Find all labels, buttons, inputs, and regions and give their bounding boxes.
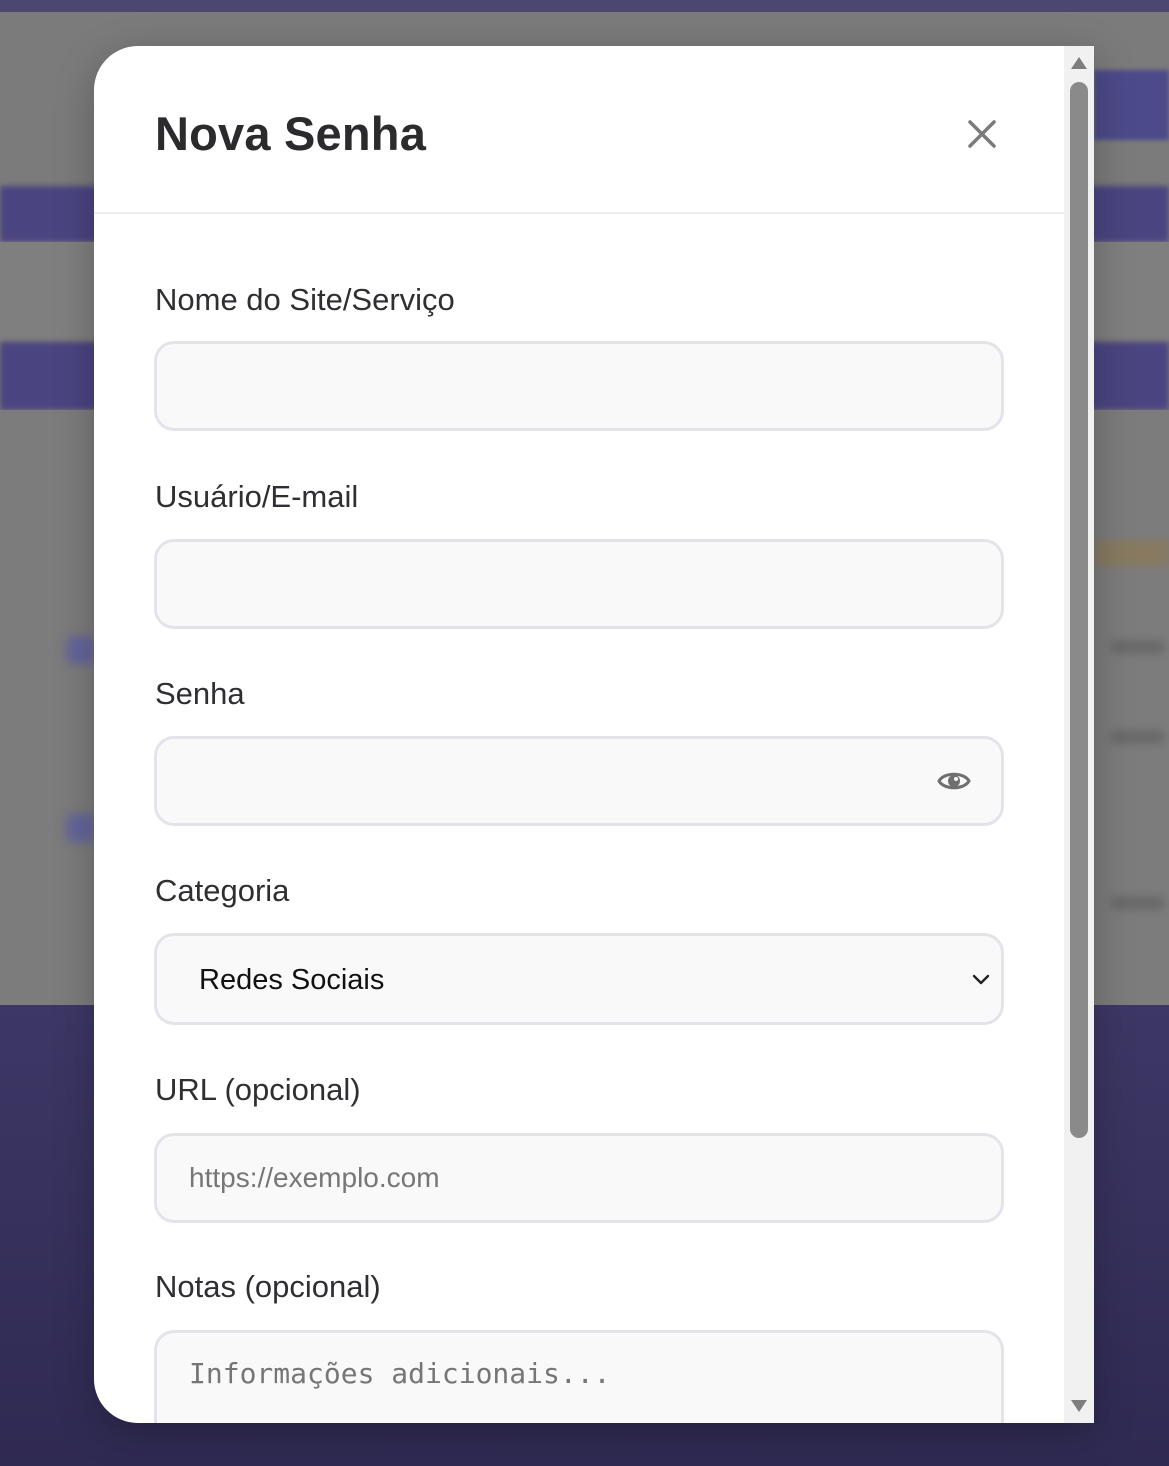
password-input[interactable]: [154, 736, 1004, 826]
new-password-modal: Nova Senha Nome do Site/Serviço Usuário/…: [94, 46, 1094, 1423]
scroll-down-arrow-icon[interactable]: [1070, 1399, 1088, 1413]
site-name-input[interactable]: [154, 341, 1004, 431]
modal-title: Nova Senha: [155, 107, 427, 160]
username-label: Usuário/E-mail: [155, 479, 359, 514]
background-right-progress: [1094, 540, 1169, 566]
category-select[interactable]: Redes Sociais: [154, 933, 1004, 1025]
modal-header: Nova Senha: [94, 46, 1064, 214]
notes-textarea[interactable]: [154, 1330, 1004, 1423]
category-selected-value: Redes Sociais: [199, 964, 385, 996]
background-text-line: [1110, 640, 1165, 654]
username-input[interactable]: [154, 539, 1004, 629]
background-top-bar: [0, 0, 1169, 12]
url-label: URL (opcional): [155, 1072, 361, 1107]
background-right-block: [1094, 70, 1169, 140]
scrollbar-thumb[interactable]: [1070, 82, 1088, 1138]
background-text-line: [1110, 896, 1165, 910]
site-name-label: Nome do Site/Serviço: [155, 282, 455, 317]
notes-label: Notas (opcional): [155, 1269, 381, 1304]
password-field-wrapper: [94, 736, 1064, 826]
close-icon: [968, 120, 996, 148]
background-blob: [66, 814, 96, 842]
scroll-up-arrow-icon[interactable]: [1070, 56, 1088, 70]
chevron-down-icon: [972, 974, 990, 985]
modal-scrollbar[interactable]: [1064, 46, 1094, 1423]
background-text-line: [1110, 730, 1165, 744]
close-button[interactable]: [962, 114, 1002, 154]
url-input[interactable]: [154, 1133, 1004, 1223]
background-blob: [66, 636, 96, 664]
password-form: Nome do Site/Serviço Usuário/E-mail Senh…: [94, 214, 1064, 1423]
category-label: Categoria: [155, 873, 290, 908]
password-label: Senha: [155, 676, 245, 711]
toggle-password-visibility-button[interactable]: [937, 766, 971, 796]
eye-icon: [937, 772, 971, 790]
